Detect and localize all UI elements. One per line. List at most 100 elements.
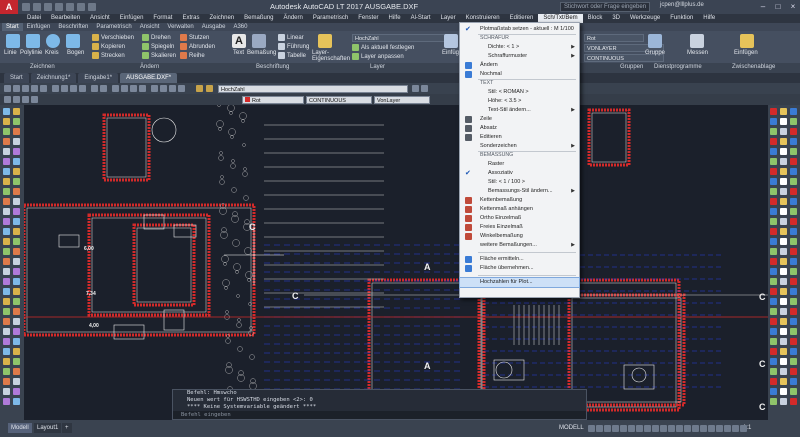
tool-measure[interactable]: Messen: [687, 50, 708, 56]
tool-table[interactable]: Tabelle: [278, 52, 306, 59]
tool-icon[interactable]: [770, 128, 777, 135]
tool-icon[interactable]: [770, 148, 777, 155]
tool-icon[interactable]: [790, 368, 797, 375]
lineweight-combo[interactable]: VonLayer: [374, 96, 430, 104]
tool-stretch[interactable]: Strecken: [92, 52, 125, 59]
redo-icon[interactable]: [88, 3, 96, 11]
tool-icon[interactable]: [780, 148, 787, 155]
status-toggle-icon[interactable]: [708, 425, 715, 432]
tool-icon[interactable]: [3, 208, 10, 215]
tool-icon[interactable]: [770, 258, 777, 265]
tool-icon[interactable]: [770, 158, 777, 165]
insert-block-icon[interactable]: [444, 34, 458, 48]
status-toggle-icon[interactable]: [612, 425, 619, 432]
status-toggle-icon[interactable]: [596, 425, 603, 432]
dimension-icon[interactable]: [252, 34, 266, 48]
user-account[interactable]: jcpen@lllplus.de: [660, 2, 704, 8]
status-toggle-icon[interactable]: [636, 425, 643, 432]
tool-icon[interactable]: [790, 148, 797, 155]
tool-icon[interactable]: [790, 158, 797, 165]
status-toggle-icon[interactable]: [620, 425, 627, 432]
status-toggle-icon[interactable]: [716, 425, 723, 432]
group-icon[interactable]: [648, 34, 662, 48]
color-combo[interactable]: Rot: [242, 96, 304, 104]
zoom-previous-icon[interactable]: [139, 85, 146, 92]
save-as-icon[interactable]: [55, 3, 63, 11]
document-tab[interactable]: Start: [4, 73, 29, 83]
group-clipboard-label[interactable]: Zwischenablage: [732, 64, 775, 70]
tool-icon[interactable]: [780, 128, 787, 135]
menu-item[interactable]: Al-Start: [406, 14, 436, 23]
tool-icon[interactable]: [770, 118, 777, 125]
tool-icon[interactable]: [770, 208, 777, 215]
plot-icon[interactable]: [66, 3, 74, 11]
open-icon[interactable]: [13, 85, 20, 92]
tool-icon[interactable]: [13, 398, 20, 405]
tool-icon[interactable]: [770, 228, 777, 235]
menu-item[interactable]: Einfügen: [115, 14, 149, 23]
ribbon-tab[interactable]: Beschriften: [54, 23, 92, 31]
menu-item[interactable]: Bemassungs-Stil ändern... ▶: [460, 187, 579, 196]
tool-icon[interactable]: [780, 178, 787, 185]
tool-icon[interactable]: [780, 308, 787, 315]
tool-icon[interactable]: [790, 258, 797, 265]
tool-icon[interactable]: [770, 168, 777, 175]
tool-icon[interactable]: [13, 248, 20, 255]
status-toggle-icon[interactable]: [604, 425, 611, 432]
tool-line[interactable]: Linie: [4, 50, 17, 56]
menu-item[interactable]: Kettenbemaßung: [460, 196, 579, 205]
menu-item[interactable]: Freies Einzelmaß: [460, 223, 579, 232]
tool-polyline[interactable]: Polylinie: [20, 50, 42, 56]
tool-icon[interactable]: [13, 208, 20, 215]
status-toggle-icon[interactable]: [700, 425, 707, 432]
tab-model[interactable]: Modell: [8, 423, 32, 433]
tool-icon[interactable]: [13, 288, 20, 295]
tool-icon[interactable]: [13, 158, 20, 165]
menu-item[interactable]: Nochmal: [460, 70, 579, 79]
status-toggle-icon[interactable]: [676, 425, 683, 432]
tool-icon[interactable]: [3, 138, 10, 145]
menu-item[interactable]: Fläche ermitteln...: [460, 255, 579, 264]
status-toggle-icon[interactable]: [588, 425, 595, 432]
layer-manager-icon[interactable]: [196, 85, 203, 92]
copy-icon[interactable]: [61, 85, 68, 92]
group-draw-label[interactable]: Zeichnen: [30, 64, 55, 70]
tool-circle[interactable]: Kreis: [45, 50, 59, 56]
match-icon[interactable]: [79, 85, 86, 92]
tool-icon[interactable]: [780, 108, 787, 115]
tool-palettes-icon[interactable]: [169, 85, 176, 92]
menu-item[interactable]: weitere Bemaßungen... ▶: [460, 241, 579, 250]
tool-icon[interactable]: [770, 278, 777, 285]
tool-icon[interactable]: [780, 168, 787, 175]
tool-icon[interactable]: [790, 228, 797, 235]
menu-item[interactable]: Höhe: < 3.5 >: [460, 97, 579, 106]
status-toggle-icon[interactable]: [652, 425, 659, 432]
circle-icon[interactable]: [46, 34, 60, 48]
measure-icon[interactable]: [690, 34, 704, 48]
undo-icon[interactable]: [77, 3, 85, 11]
menu-item[interactable]: Werkzeuge: [625, 14, 665, 23]
tool-icon[interactable]: [3, 288, 10, 295]
tool-icon[interactable]: [13, 388, 20, 395]
tool-icon[interactable]: [13, 358, 20, 365]
tool-icon[interactable]: [13, 228, 20, 235]
tool-icon[interactable]: [770, 268, 777, 275]
model-space-toggle[interactable]: MODELL: [556, 423, 587, 433]
tool-group[interactable]: Gruppe: [645, 50, 665, 56]
tool-icon[interactable]: [13, 188, 20, 195]
tool-icon[interactable]: [780, 368, 787, 375]
menu-item[interactable]: Ändern: [279, 14, 308, 23]
tool-set-current[interactable]: Als aktuell festlegen: [352, 44, 414, 51]
menu-item[interactable]: Assoziativ ✔: [460, 169, 579, 178]
tab-layout1[interactable]: Layout1: [34, 423, 62, 433]
layer-previous-icon[interactable]: [421, 85, 428, 92]
tool-icon[interactable]: [790, 198, 797, 205]
group-layer-label[interactable]: Layer: [370, 64, 385, 70]
status-toggle-icon[interactable]: [732, 425, 739, 432]
document-tab[interactable]: Zeichnung1*: [30, 73, 77, 83]
tool-icon[interactable]: [790, 328, 797, 335]
layer-state-icon[interactable]: [206, 85, 213, 92]
tool-icon[interactable]: [770, 198, 777, 205]
status-toggle-icon[interactable]: [724, 425, 731, 432]
menu-item[interactable]: Hilfe: [698, 14, 720, 23]
